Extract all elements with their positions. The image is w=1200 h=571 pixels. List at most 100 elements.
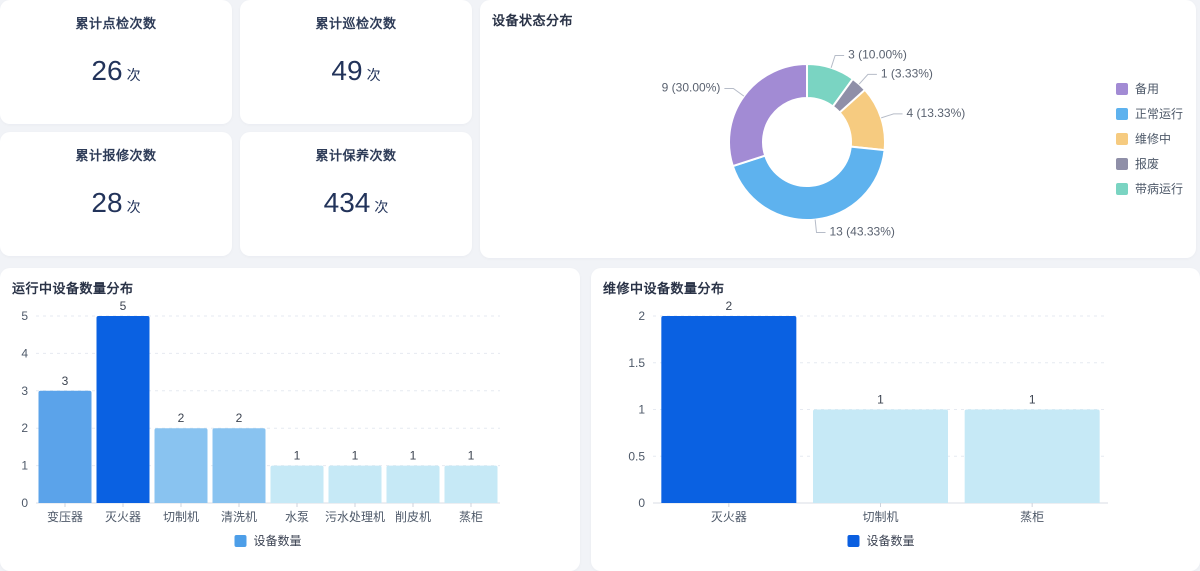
stat-unit: 次 [366,67,381,83]
bar[interactable] [964,409,1100,504]
stat-card-repair-report: 累计报修次数 28 次 [0,132,232,256]
legend-item[interactable]: 带病运行 [1116,182,1183,196]
y-tick-label: 2 [21,421,28,435]
legend-label: 备用 [1135,82,1160,96]
bar-value-label: 1 [877,393,884,407]
category-label: 变压器 [47,509,83,524]
leader-line [724,88,745,97]
stat-unit: 次 [374,199,389,215]
bar[interactable] [38,390,92,503]
y-tick-label: 4 [21,346,28,360]
y-tick-label: 3 [21,384,28,398]
category-label: 蒸柜 [459,510,483,524]
device-status-donut-chart: 3 (10.00%) 1 (3.33%) 4 (13.33%) 13 (43.33%)… [662,48,966,239]
legend-item[interactable]: 正常运行 [1116,107,1183,121]
legend-item[interactable]: 设备数量 [234,534,302,548]
legend-swatch [1116,183,1128,195]
category-label: 水泵 [285,510,309,524]
legend-item[interactable]: 报废 [1116,157,1183,171]
y-tick-label: 0.5 [628,449,645,463]
leader-line [814,219,826,234]
legend-label: 报废 [1135,157,1160,171]
y-tick-label: 1 [21,459,28,473]
bar-value-label: 1 [352,449,359,463]
legend-swatch [1116,133,1128,145]
leader-line [881,113,903,119]
legend-swatch [1116,83,1128,95]
category-label: 灭火器 [711,510,747,524]
y-tick-label: 5 [21,309,28,323]
legend-label: 设备数量 [253,534,302,548]
bar[interactable] [661,316,797,503]
category-label: 蒸柜 [1020,510,1044,524]
category-label: 灭火器 [105,510,141,524]
legend-item[interactable]: 备用 [1116,82,1183,96]
device-status-card: 设备状态分布 3 (10.00%) 1 (3.33%) 4 (13.33%) 13 (… [480,0,1196,258]
slice-label: 13 (43.33%) [830,225,895,239]
legend-item[interactable]: 设备数量 [847,534,915,548]
bar-value-label: 1 [410,449,417,463]
slice-label: 4 (13.33%) [907,106,966,120]
bar[interactable] [328,465,382,503]
legend-item[interactable]: 维修中 [1116,132,1183,146]
bar-value-label: 1 [294,449,301,463]
running-devices-card: 运行中设备数量分布 0 1 2 3 4 5 3 变压器 5 灭火器 2 切制机 2 清洗机 1 水泵 1 污水处理… [0,268,580,571]
donut-slice[interactable] [728,62,808,168]
category-label: 污水处理机 [325,510,385,524]
stat-value: 28 [91,187,123,218]
y-tick-label: 2 [638,309,645,323]
stat-card-patrol: 累计巡检次数 49 次 [240,0,472,124]
slice-label: 3 (10.00%) [848,48,907,62]
y-tick-label: 0 [21,496,28,510]
legend-label: 正常运行 [1135,107,1184,121]
legend-label: 维修中 [1135,132,1172,146]
stat-value: 49 [331,55,363,86]
legend-swatch [234,535,247,547]
stat-label: 累计保养次数 [315,148,397,163]
category-label: 削皮机 [395,510,431,524]
stat-label: 累计报修次数 [75,148,157,163]
stat-label: 累计点检次数 [75,16,157,31]
stat-label: 累计巡检次数 [315,16,397,31]
legend-label: 带病运行 [1135,182,1184,196]
stat-value-row: 26 次 [0,55,232,87]
bar-value-label: 2 [725,299,732,313]
slice-label: 1 (3.33%) [881,67,933,81]
bar[interactable] [444,465,498,503]
stat-value: 26 [91,55,123,86]
donut-legend: 备用正常运行维修中报废带病运行 [1116,82,1183,196]
slice-label: 9 (30.00%) [662,81,721,95]
stat-card-maintenance: 累计保养次数 434 次 [240,132,472,256]
bar[interactable] [386,465,440,503]
bar[interactable] [96,316,150,503]
stat-value: 434 [323,187,371,218]
legend-swatch [847,535,860,547]
bar-value-label: 1 [468,449,475,463]
repairing-devices-card: 维修中设备数量分布 0 0.5 1 1.5 2 2 灭火器 1 切制机 1 蒸柜 设备数量 [591,268,1200,571]
category-label: 切制机 [163,510,199,524]
stat-unit: 次 [126,199,141,215]
repairing-devices-bar-chart: 0 0.5 1 1.5 2 2 灭火器 1 切制机 1 蒸柜 [628,299,1108,524]
bar-value-label: 2 [178,411,185,425]
y-tick-label: 0 [638,496,645,510]
stat-value-row: 434 次 [240,187,472,219]
bar-value-label: 1 [1029,393,1036,407]
category-label: 切制机 [862,510,898,524]
bar-value-label: 2 [236,411,243,425]
stat-value-row: 28 次 [0,187,232,219]
legend-swatch [1116,158,1128,170]
bar[interactable] [154,428,208,503]
leader-line [858,73,877,85]
stat-card-inspection: 累计点检次数 26 次 [0,0,232,124]
bar[interactable] [212,428,266,503]
running-devices-bar-chart: 0 1 2 3 4 5 3 变压器 5 灭火器 2 切制机 2 清洗机 1 水泵 1 污水处理机 1 削皮机 1 蒸柜 [21,299,500,524]
y-tick-label: 1.5 [628,356,645,370]
bar[interactable] [270,465,324,503]
bar-value-label: 3 [62,374,69,388]
leader-line [830,54,845,68]
stat-value-row: 49 次 [240,55,472,87]
legend-label: 设备数量 [866,534,915,548]
legend-swatch [1116,108,1128,120]
bar[interactable] [813,409,948,504]
bar-value-label: 5 [120,299,127,313]
